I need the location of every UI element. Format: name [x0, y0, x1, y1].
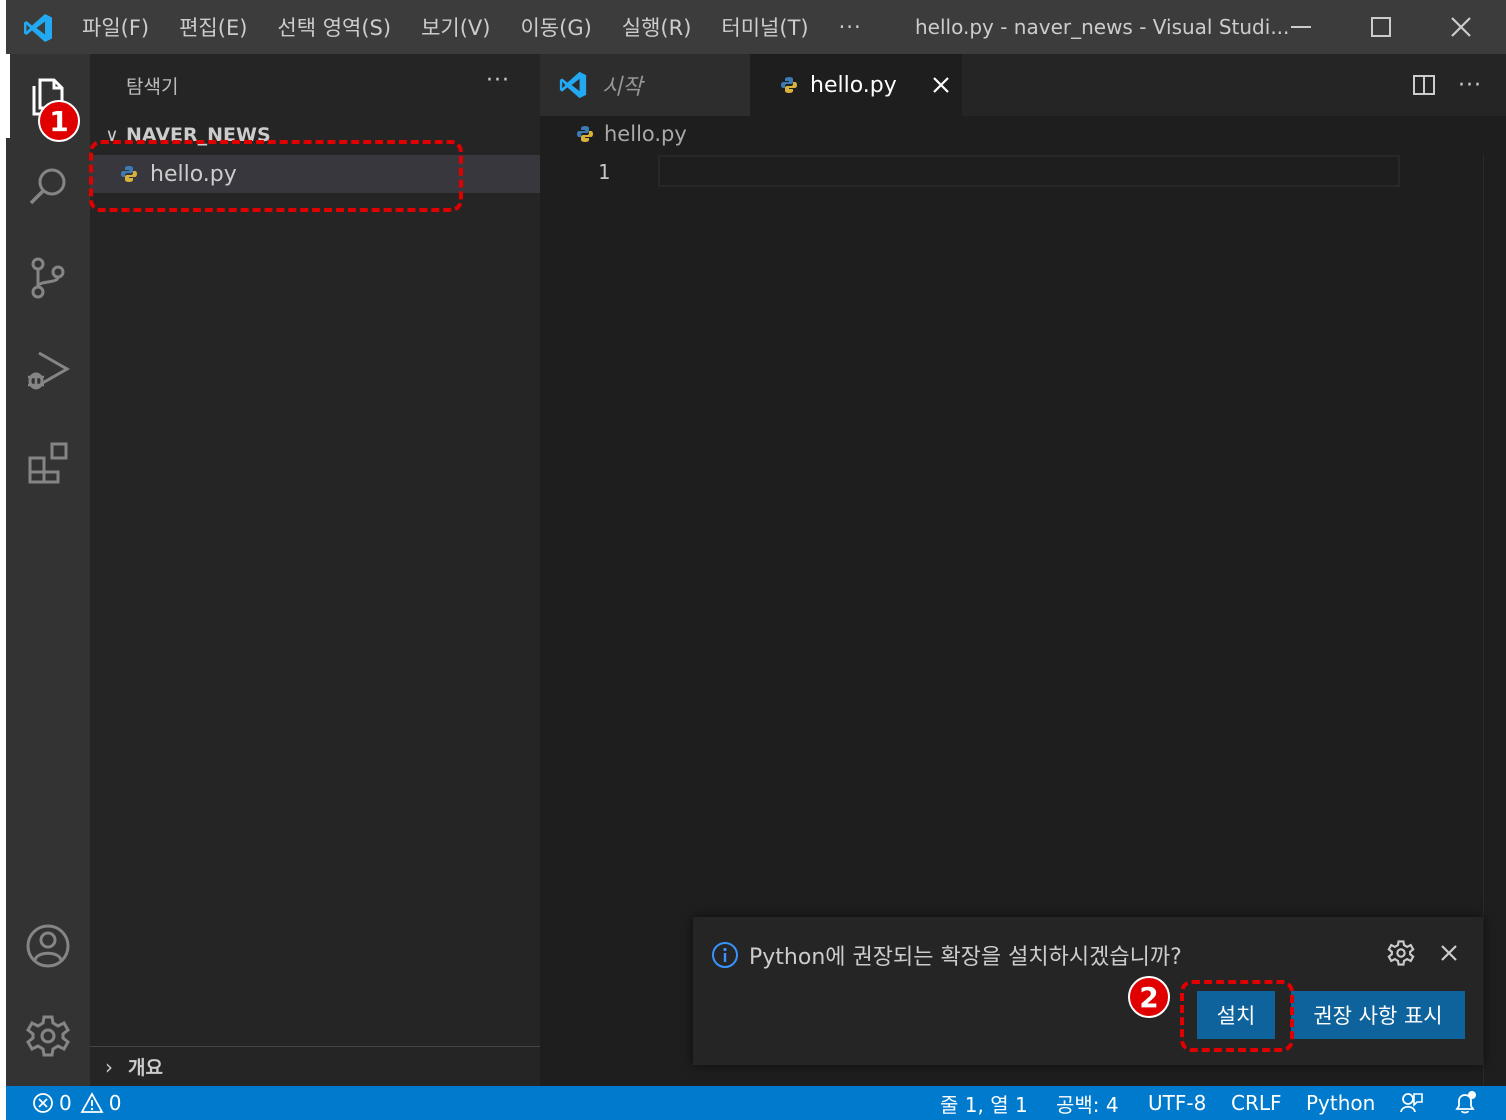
accounts-button[interactable]: [6, 906, 90, 986]
language-mode[interactable]: Python: [1306, 1086, 1375, 1120]
step-marker-1: 1: [38, 100, 80, 142]
maximize-icon: [1371, 17, 1391, 37]
close-icon: [1441, 945, 1457, 961]
line-number: 1: [598, 160, 611, 184]
extensions-icon: [28, 442, 68, 484]
search-icon: [29, 168, 66, 205]
eol-status[interactable]: CRLF: [1231, 1086, 1282, 1120]
breadcrumb[interactable]: hello.py: [576, 122, 687, 146]
outline-section-header[interactable]: › 개요: [90, 1046, 540, 1086]
indentation-status[interactable]: 공백: 4: [1056, 1086, 1119, 1120]
menu-edit[interactable]: 편집(E): [179, 12, 247, 42]
notification-settings-button[interactable]: [1387, 939, 1415, 971]
close-window-button[interactable]: [1426, 0, 1496, 54]
warning-icon: [80, 1092, 104, 1113]
menu-view[interactable]: 보기(V): [421, 12, 490, 42]
step-marker-2: 2: [1128, 976, 1170, 1018]
encoding-status[interactable]: UTF-8: [1148, 1086, 1206, 1120]
tab-close-button[interactable]: [926, 70, 956, 100]
warning-count: 0: [108, 1091, 122, 1115]
run-debug-icon: [28, 351, 71, 390]
search-button[interactable]: [6, 146, 90, 226]
tab-label: hello.py: [810, 72, 897, 98]
source-control-button[interactable]: [6, 238, 90, 318]
menu-terminal[interactable]: 터미널(T): [721, 12, 808, 42]
outline-label: 개요: [128, 1057, 163, 1079]
menu-run[interactable]: 실행(R): [622, 12, 692, 42]
bell-icon: [1455, 1091, 1476, 1114]
maximize-button[interactable]: [1346, 0, 1416, 54]
account-icon: [26, 924, 70, 968]
settings-button[interactable]: [6, 996, 90, 1076]
minimize-button[interactable]: [1266, 0, 1336, 54]
menu-go[interactable]: 이동(G): [520, 12, 591, 42]
tab-hello-py[interactable]: hello.py: [750, 54, 962, 116]
notification-message: Python에 권장되는 확장을 설치하시겠습니까?: [711, 939, 1182, 971]
tab-label: 시작: [602, 75, 643, 100]
breadcrumb-file: hello.py: [604, 122, 687, 146]
title-bar: 파일(F) 편집(E) 선택 영역(S) 보기(V) 이동(G) 실행(R) 터…: [6, 0, 1506, 54]
problems-status[interactable]: 0 0: [32, 1086, 121, 1120]
status-bar: 0 0 줄 1, 열 1 공백: 4 UTF-8 CRLF Python: [6, 1086, 1506, 1120]
highlight-install-button: [1180, 980, 1294, 1052]
close-icon: [933, 77, 949, 93]
window-title: hello.py - naver_news - Visual Studi...: [915, 15, 1290, 39]
python-icon: [577, 126, 593, 142]
notification-close-button[interactable]: [1435, 939, 1463, 971]
minimize-icon: [1291, 26, 1311, 28]
menu-more-button[interactable]: ···: [839, 15, 862, 39]
sidebar-more-button[interactable]: ···: [486, 68, 510, 93]
menu-bar: 파일(F) 편집(E) 선택 영역(S) 보기(V) 이동(G) 실행(R) 터…: [82, 0, 888, 54]
tab-bar: 시작 hello.py ···: [540, 54, 1506, 116]
show-recommendations-button[interactable]: 권장 사항 표시: [1291, 991, 1465, 1039]
menu-selection[interactable]: 선택 영역(S): [277, 12, 391, 42]
chevron-right-icon: ›: [105, 1054, 113, 1079]
extension-notification: Python에 권장되는 확장을 설치하시겠습니까? 설치 권장 사항 표시: [693, 917, 1483, 1065]
vscode-logo-icon: [559, 71, 587, 99]
error-count: 0: [59, 1091, 72, 1115]
python-icon: [781, 77, 797, 93]
extensions-button[interactable]: [6, 422, 90, 502]
tab-welcome[interactable]: 시작: [540, 54, 750, 116]
sidebar-title: 탐색기: [126, 76, 179, 98]
close-icon: [1451, 17, 1471, 37]
editor-more-button[interactable]: ···: [1458, 73, 1482, 98]
source-control-icon: [31, 257, 65, 299]
cursor-position[interactable]: 줄 1, 열 1: [940, 1086, 1028, 1120]
feedback-button[interactable]: [1398, 1086, 1424, 1120]
split-editor-icon[interactable]: [1412, 73, 1436, 97]
gear-icon: [1387, 940, 1415, 966]
highlight-file-item: [89, 140, 463, 212]
notification-text: Python에 권장되는 확장을 설치하시겠습니까?: [749, 945, 1182, 970]
notifications-button[interactable]: [1452, 1086, 1478, 1120]
feedback-icon: [1400, 1093, 1423, 1113]
run-debug-button[interactable]: [6, 330, 90, 410]
error-icon: [33, 1093, 53, 1113]
editor-scrollbar[interactable]: [1483, 154, 1505, 1086]
editor-actions: ···: [1412, 54, 1506, 116]
code-line[interactable]: [658, 155, 1400, 187]
gear-icon: [26, 1015, 70, 1057]
info-icon: [712, 942, 738, 968]
activity-bar: [6, 54, 90, 1086]
menu-file[interactable]: 파일(F): [82, 12, 149, 42]
vscode-logo-icon: [24, 14, 52, 42]
